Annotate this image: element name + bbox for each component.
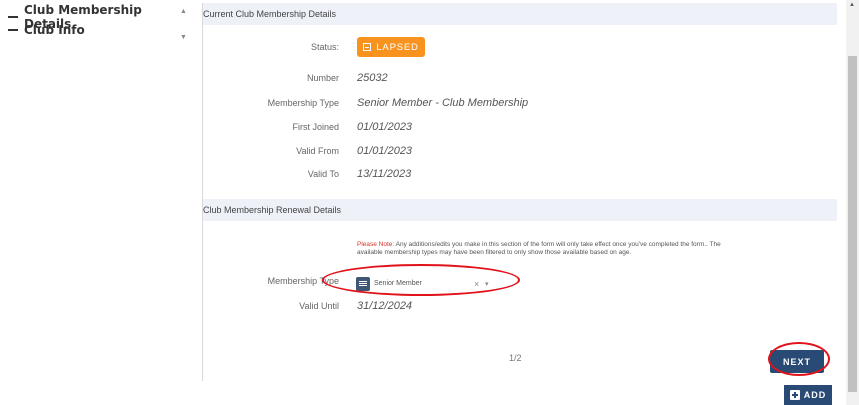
membership-type-row: Membership Type Senior Member - Club Mem… [203,97,837,109]
number-value: 25032 [357,72,388,84]
membership-type-value: Senior Member - Club Membership [357,97,529,109]
main-panel: Current Club Membership Details Status: … [202,3,837,381]
select-value: Senior Member [374,280,422,287]
scroll-thumb[interactable] [848,56,857,392]
scroll-up-icon[interactable]: ▲ [849,2,855,8]
first-joined-label: First Joined [292,122,339,132]
add-button[interactable]: ADD [784,385,832,405]
nav-item-club-membership-details[interactable]: Club Membership Details [8,3,178,31]
current-membership-section: Current Club Membership Details [203,3,837,25]
page-scrollbar[interactable]: ▲ [846,0,859,405]
left-nav: Club Membership Details Club Info [8,3,178,37]
valid-from-row: Valid From 01/01/2023 [203,145,837,157]
valid-to-value: 13/11/2023 [357,168,412,180]
status-value: LAPSED [376,41,419,53]
valid-to-row: Valid To 13/11/2023 [203,168,837,180]
valid-from-value: 01/01/2023 [357,145,413,157]
next-button-label: NEXT [782,356,811,367]
renewal-type-label: Membership Type [267,276,339,286]
number-label: Number [306,73,339,83]
valid-to-label: Valid To [307,169,339,179]
page-root: Club Membership Details Club Info ▲ ▼ Cu… [0,0,859,405]
status-row: Status: LAPSED [203,37,837,57]
section-title: Club Membership Renewal Details [203,205,342,215]
plus-square-icon [789,390,800,400]
valid-until-value: 31/12/2024 [357,300,413,312]
renewal-type-row: Membership Type [203,276,837,286]
add-button-label: ADD [803,390,827,400]
status-label: Status: [310,42,339,52]
valid-until-row: Valid Until 31/12/2024 [203,300,837,312]
status-badge: LAPSED [357,37,425,57]
section-header: Club Membership Renewal Details [203,199,837,221]
clear-icon[interactable]: × [474,279,479,289]
first-joined-row: First Joined 01/01/2023 [203,121,837,133]
valid-until-label: Valid Until [299,301,339,311]
number-row: Number 25032 [203,72,837,84]
renewal-note: Please Note: Any additions/edits you mak… [357,241,727,256]
section-header: Current Club Membership Details [203,3,837,25]
nav-scroll-up-icon[interactable]: ▲ [180,8,187,15]
membership-type-select[interactable]: Senior Member × ▾ [356,275,496,292]
page-indicator: 1/2 [509,353,522,363]
chevron-down-icon[interactable]: ▾ [485,280,489,288]
dash-icon [8,15,18,18]
first-joined-value: 01/01/2023 [357,121,413,133]
membership-type-label: Membership Type [267,98,339,108]
dash-icon [8,28,18,31]
note-text: Any additions/edits you make in this sec… [357,241,721,256]
next-button[interactable]: NEXT [770,350,824,373]
list-icon [356,276,370,291]
valid-from-label: Valid From [296,146,339,156]
section-title: Current Club Membership Details [203,9,337,19]
note-prefix: Please Note: [357,241,395,248]
nav-scroll-down-icon[interactable]: ▼ [180,34,187,41]
minus-square-icon [363,43,372,51]
renewal-section: Club Membership Renewal Details [203,199,837,221]
nav-item-label: Club Info [24,22,85,37]
